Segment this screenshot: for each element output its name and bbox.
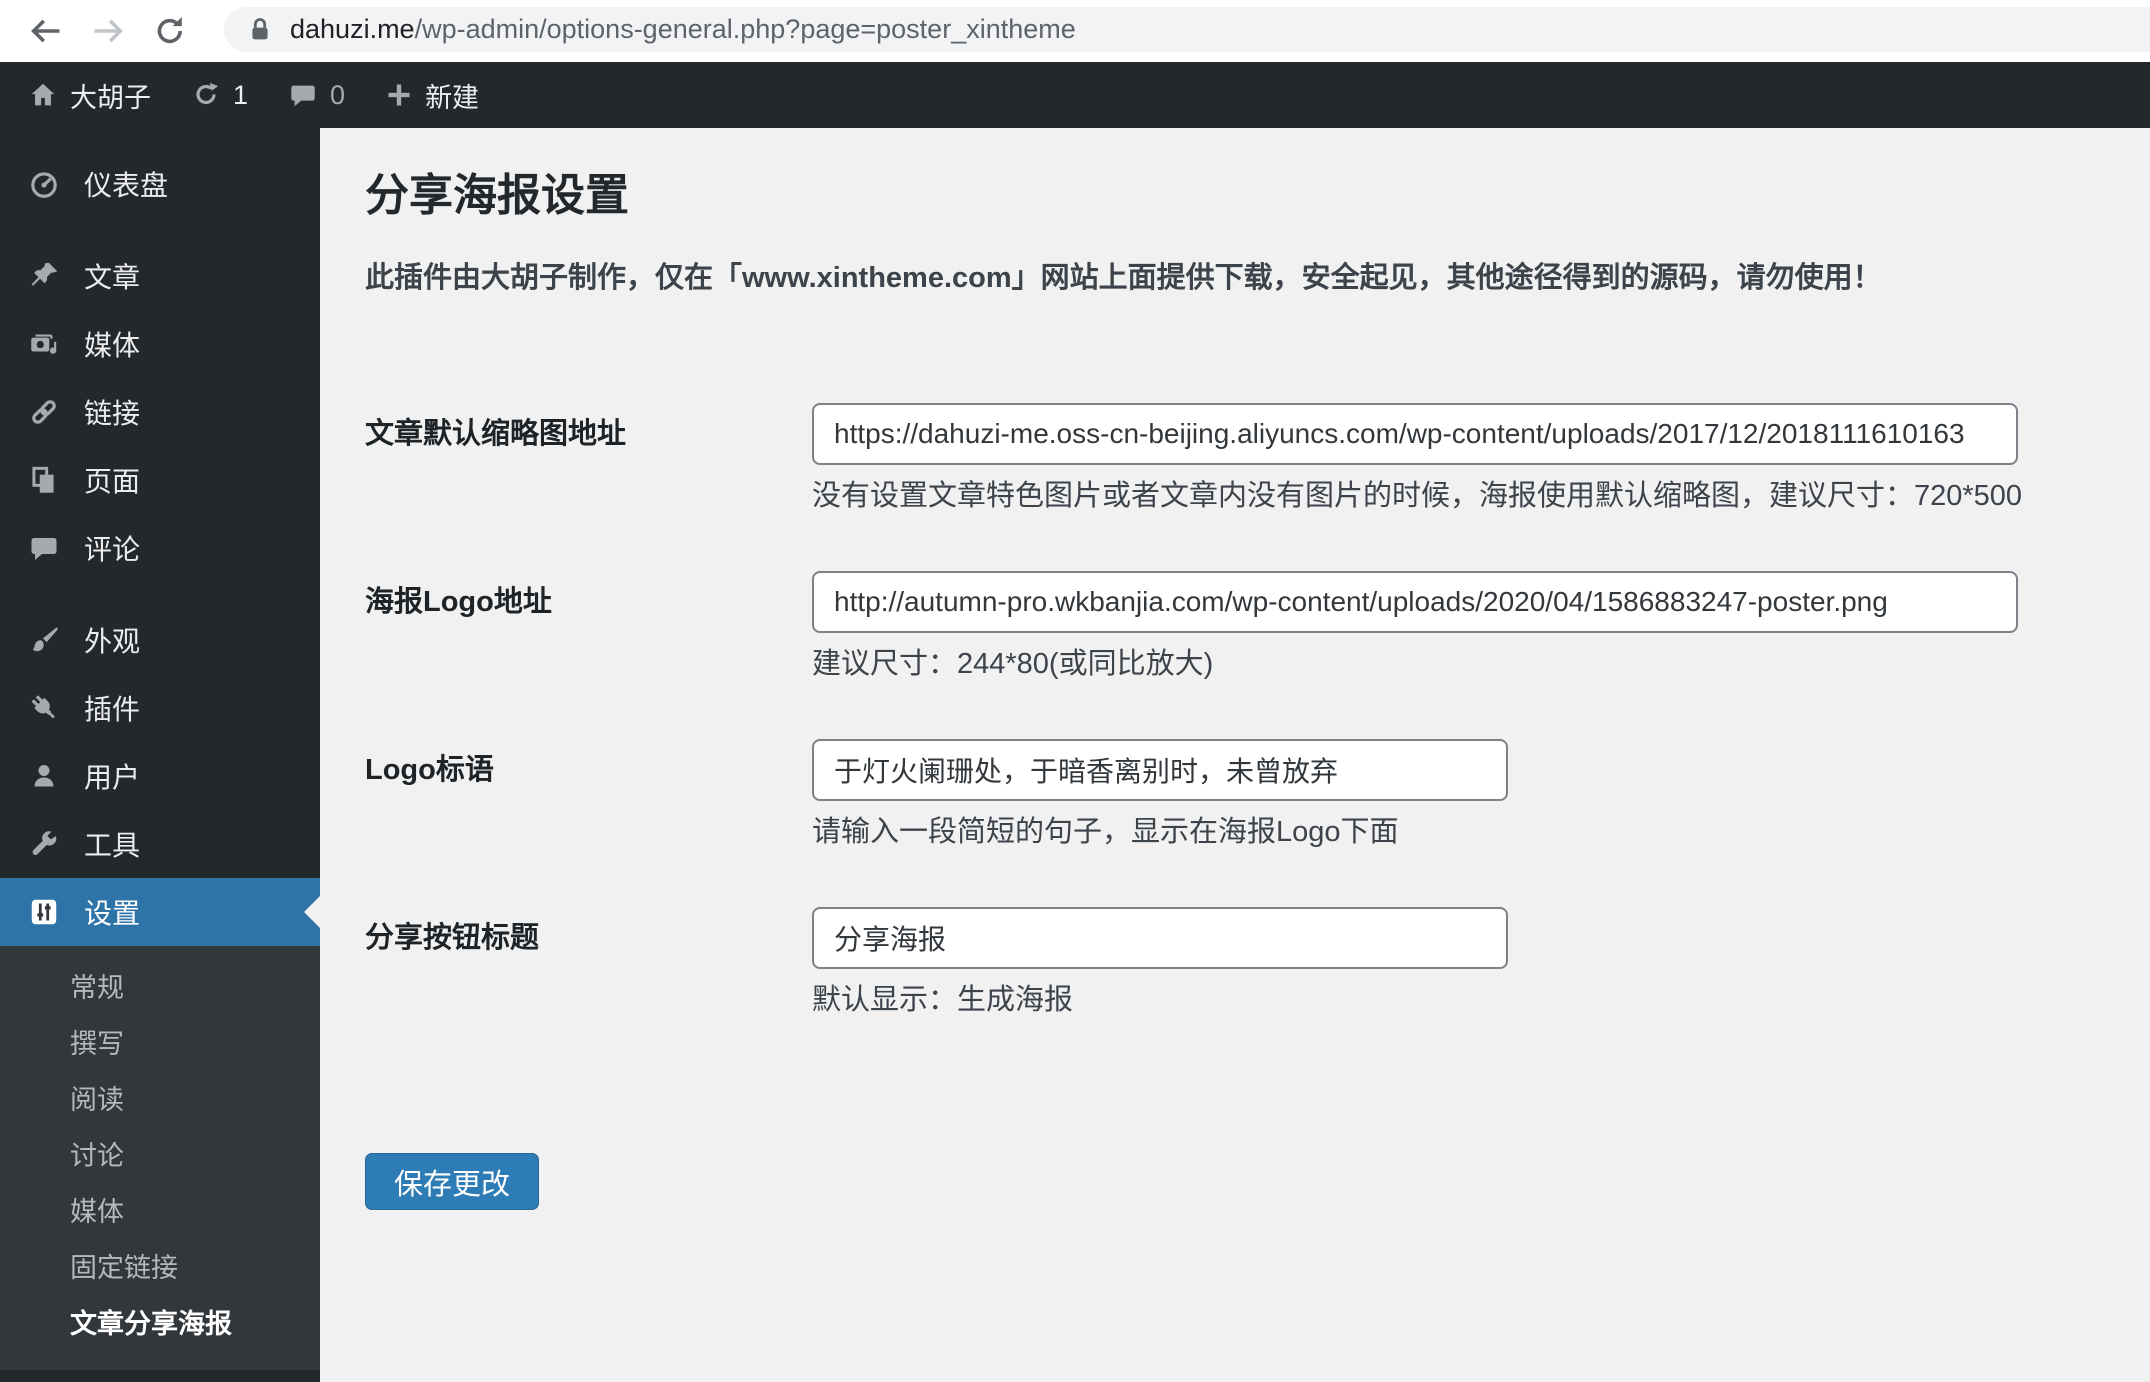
active-menu-arrow	[304, 896, 320, 928]
sidebar-item-label: 评论	[84, 534, 141, 565]
field-help: 请输入一段简短的句子，显示在海报Logo下面	[812, 816, 1399, 848]
sidebar-item-users[interactable]: 用户	[0, 742, 320, 810]
plugin-notice: 此插件由大胡子制作，仅在「www.xintheme.com」网站上面提供下载，安…	[365, 262, 1882, 294]
field-label: 海报Logo地址	[365, 586, 552, 618]
browser-toolbar: dahuzi.me/wp-admin/options-general.php?p…	[0, 0, 2150, 62]
wrench-icon	[26, 826, 62, 862]
screen: dahuzi.me/wp-admin/options-general.php?p…	[0, 0, 2150, 1382]
field-help: 建议尺寸：244*80(或同比放大)	[812, 648, 1214, 680]
field-help: 没有设置文章特色图片或者文章内没有图片的时候，海报使用默认缩略图，建议尺寸：72…	[812, 480, 2023, 512]
settings-submenu: 常规 撰写 阅读 讨论 媒体 固定链接 文章分享海报	[0, 946, 320, 1370]
sidebar-item-label: 外观	[84, 626, 141, 657]
submenu-item-share-poster[interactable]: 文章分享海报	[0, 1296, 320, 1352]
sidebar-item-media[interactable]: 媒体	[0, 310, 320, 378]
update-count: 1	[233, 79, 249, 110]
logo-url-input[interactable]	[812, 571, 2018, 633]
save-button[interactable]: 保存更改	[365, 1153, 540, 1210]
settings-icon	[26, 894, 62, 930]
submenu-item-permalinks[interactable]: 固定链接	[0, 1240, 320, 1296]
pin-icon	[26, 258, 62, 294]
field-label: Logo标语	[365, 754, 494, 786]
sidebar-item-links[interactable]: 链接	[0, 378, 320, 446]
sidebar-item-tools[interactable]: 工具	[0, 810, 320, 878]
settings-form: 文章默认缩略图地址 没有设置文章特色图片或者文章内没有图片的时候，海报使用默认缩…	[365, 403, 2110, 1210]
brush-icon	[26, 622, 62, 658]
sidebar-item-plugins[interactable]: 插件	[0, 674, 320, 742]
reload-icon[interactable]	[148, 9, 192, 53]
form-row-button-title: 分享按钮标题 默认显示：生成海报	[365, 907, 2110, 1015]
sidebar-item-posts[interactable]: 文章	[0, 242, 320, 310]
field-label: 文章默认缩略图地址	[365, 418, 627, 450]
comment-icon	[26, 530, 62, 566]
user-icon	[26, 758, 62, 794]
sidebar-item-label: 插件	[84, 694, 141, 725]
dashboard-icon	[26, 166, 62, 202]
sidebar-item-label: 设置	[84, 898, 141, 929]
sidebar-item-label: 媒体	[84, 330, 141, 361]
home-icon	[31, 83, 55, 106]
url-path: /wp-admin/options-general.php?page=poste…	[414, 14, 1076, 44]
page-title: 分享海报设置	[365, 171, 629, 220]
forward-icon[interactable]	[86, 9, 130, 53]
sidebar-item-label: 工具	[84, 830, 141, 861]
back-icon[interactable]	[24, 9, 68, 53]
comment-count: 0	[330, 79, 346, 110]
plugin-icon	[26, 690, 62, 726]
sidebar-item-appearance[interactable]: 外观	[0, 606, 320, 674]
share-button-title-input[interactable]	[812, 907, 1508, 969]
url-text: dahuzi.me/wp-admin/options-general.php?p…	[290, 14, 1076, 45]
submenu-item-media[interactable]: 媒体	[0, 1184, 320, 1240]
submenu-item-general[interactable]: 常规	[0, 960, 320, 1016]
sidebar-item-pages[interactable]: 页面	[0, 446, 320, 514]
media-icon	[26, 326, 62, 362]
link-icon	[26, 394, 62, 430]
sidebar-item-dashboard[interactable]: 仪表盘	[0, 150, 320, 218]
sidebar-item-label: 页面	[84, 466, 141, 497]
sidebar-item-settings[interactable]: 设置	[0, 878, 320, 946]
sidebar-item-label: 链接	[84, 398, 141, 429]
submenu-item-reading[interactable]: 阅读	[0, 1072, 320, 1128]
pages-icon	[26, 462, 62, 498]
admin-bar-new[interactable]: 新建	[385, 76, 479, 115]
new-label: 新建	[425, 82, 480, 113]
url-bar[interactable]: dahuzi.me/wp-admin/options-general.php?p…	[224, 7, 2150, 52]
comment-bubble-icon	[291, 85, 315, 107]
thumbnail-url-input[interactable]	[812, 403, 2018, 465]
wp-admin-bar: 大胡子 1 0 新建	[0, 62, 2150, 128]
plus-icon	[388, 84, 410, 106]
sidebar-item-comments[interactable]: 评论	[0, 514, 320, 582]
logo-slogan-input[interactable]	[812, 739, 1508, 801]
admin-bar-updates[interactable]: 1	[191, 80, 248, 111]
form-row-thumbnail: 文章默认缩略图地址 没有设置文章特色图片或者文章内没有图片的时候，海报使用默认缩…	[365, 403, 2110, 511]
lock-icon	[252, 17, 268, 39]
form-row-logo-slogan: Logo标语 请输入一段简短的句子，显示在海报Logo下面	[365, 739, 2110, 847]
sidebar-item-label: 用户	[84, 762, 141, 793]
form-row-logo-url: 海报Logo地址 建议尺寸：244*80(或同比放大)	[365, 571, 2110, 679]
sidebar-item-label: 文章	[84, 262, 141, 293]
admin-bar-comments[interactable]: 0	[288, 80, 345, 111]
field-label: 分享按钮标题	[365, 922, 540, 954]
url-host: dahuzi.me	[290, 14, 415, 44]
sidebar: 仪表盘 文章 媒体 链接 页面 评论 外观 插件 用户 工具 设置 常规 撰写 …	[0, 128, 320, 1382]
main-content: 分享海报设置 此插件由大胡子制作，仅在「www.xintheme.com」网站上…	[320, 128, 2150, 1382]
site-name: 大胡子	[70, 82, 151, 113]
submenu-item-discussion[interactable]: 讨论	[0, 1128, 320, 1184]
update-icon	[196, 82, 219, 104]
submenu-item-writing[interactable]: 撰写	[0, 1016, 320, 1072]
field-help: 默认显示：生成海报	[812, 984, 1074, 1016]
admin-bar-site[interactable]: 大胡子	[28, 76, 151, 115]
sidebar-item-label: 仪表盘	[84, 170, 169, 201]
